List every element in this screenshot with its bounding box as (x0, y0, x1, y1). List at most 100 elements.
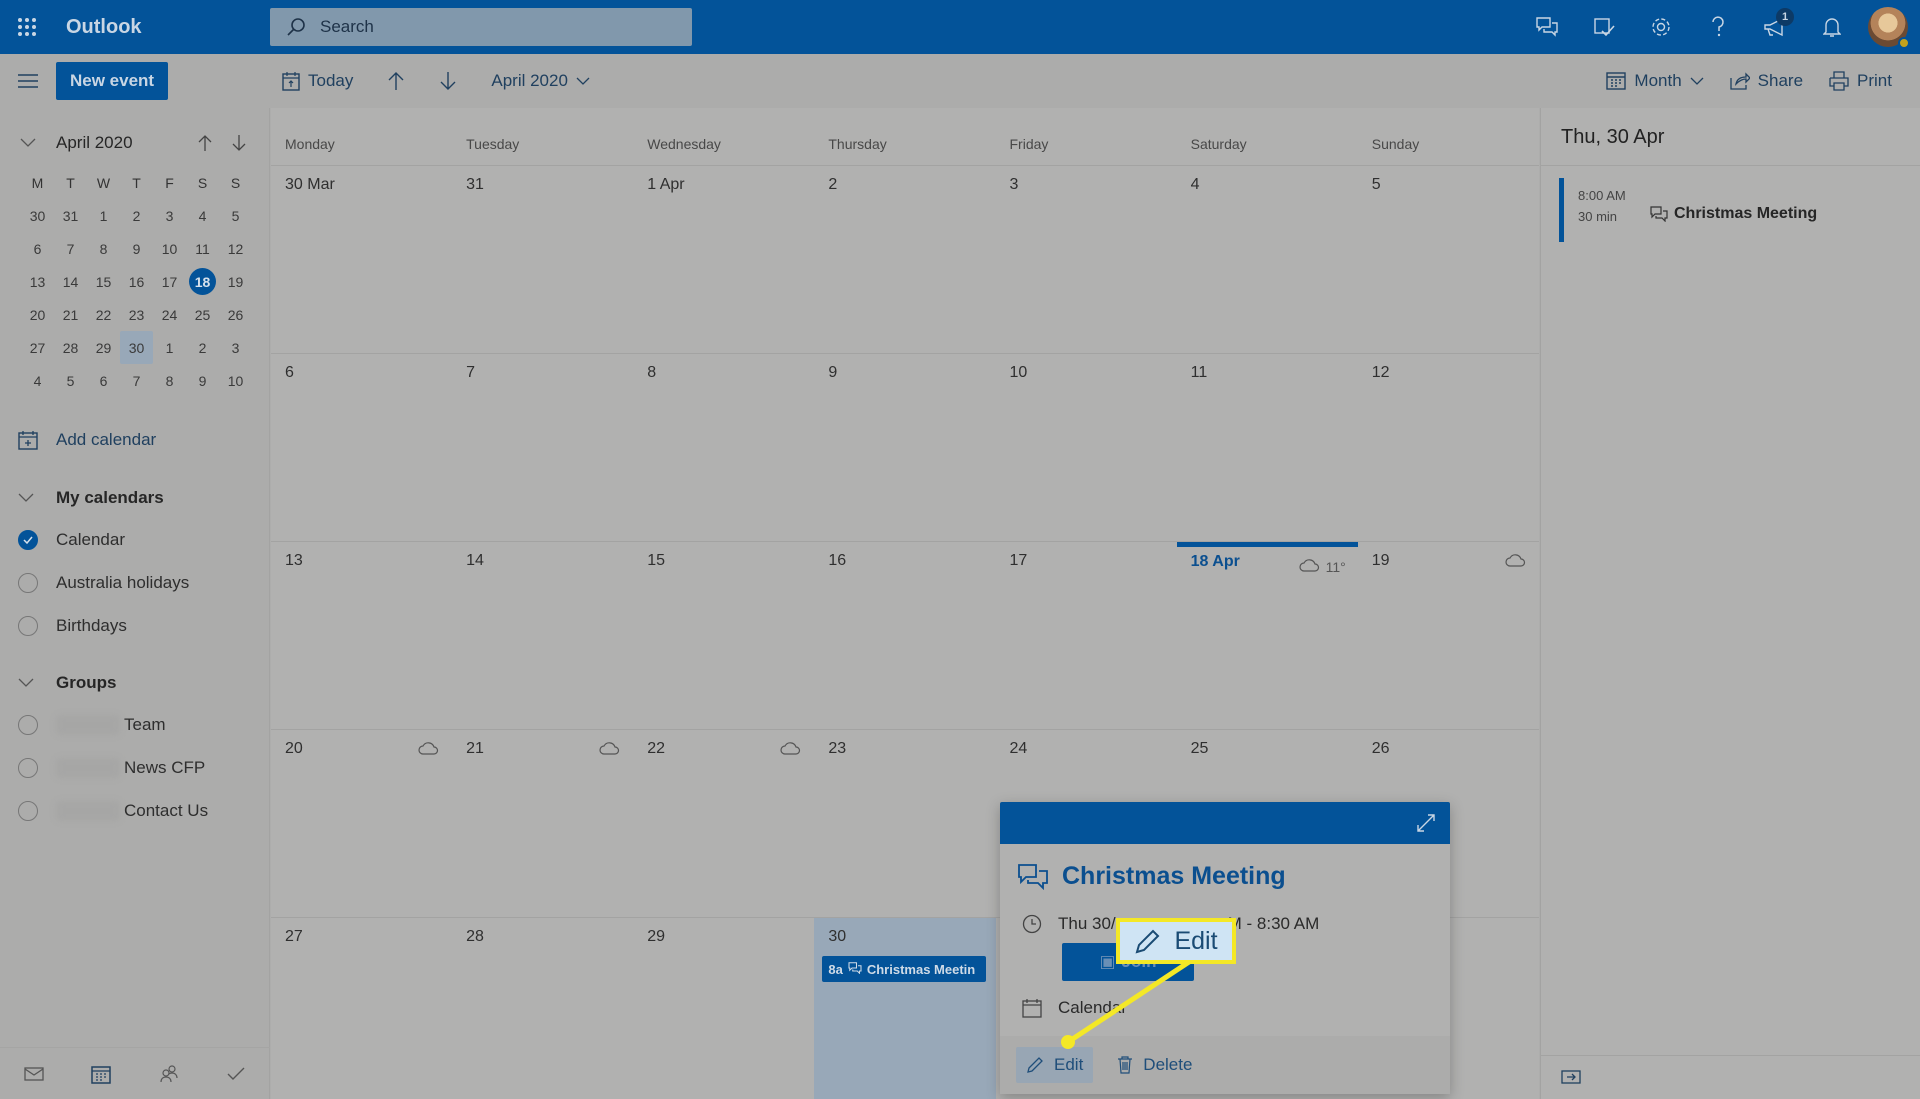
mini-day[interactable]: 24 (153, 298, 186, 331)
day-cell[interactable]: 29 (633, 918, 814, 1099)
mini-day[interactable]: 27 (21, 331, 54, 364)
mini-day[interactable]: 23 (120, 298, 153, 331)
day-cell[interactable]: 10 (996, 354, 1177, 541)
mini-day[interactable]: 30 (21, 199, 54, 232)
mini-day[interactable]: 17 (153, 265, 186, 298)
print-button[interactable]: Print (1829, 71, 1892, 91)
day-cell[interactable]: 12 (1358, 354, 1539, 541)
day-cell[interactable]: 30 8a Christmas Meetin (814, 918, 996, 1099)
day-cell[interactable]: 15 (633, 542, 814, 729)
day-cell[interactable]: 30 Mar (271, 166, 452, 353)
unchecked-icon[interactable] (18, 616, 38, 636)
calendar-item-calendar[interactable]: Calendar (18, 530, 125, 550)
app-launcher-button[interactable] (0, 0, 54, 54)
expand-icon[interactable] (1416, 813, 1436, 833)
weather-forecast[interactable] (1505, 553, 1527, 570)
add-calendar-link[interactable]: Add calendar (18, 430, 156, 450)
mini-day[interactable]: 16 (120, 265, 153, 298)
checked-icon[interactable] (18, 530, 38, 550)
collapse-chevron-icon[interactable] (20, 138, 36, 148)
group-item-contact-us[interactable]: Contact Us (18, 801, 208, 821)
my-day-button[interactable] (1575, 0, 1632, 54)
delete-button[interactable]: Delete (1107, 1047, 1202, 1083)
mini-day[interactable]: 8 (153, 364, 186, 397)
mini-day[interactable]: 11 (186, 232, 219, 265)
groups-section[interactable]: Groups (18, 673, 116, 693)
app-name[interactable]: Outlook (66, 16, 270, 39)
event-chip-christmas-meeting[interactable]: 8a Christmas Meetin (822, 956, 987, 982)
mini-day[interactable]: 20 (21, 298, 54, 331)
mini-day[interactable]: 3 (219, 331, 252, 364)
mini-day[interactable]: 2 (186, 331, 219, 364)
day-cell[interactable]: 9 (814, 354, 995, 541)
nav-toggle-button[interactable] (0, 73, 56, 89)
todo-icon[interactable] (226, 1066, 246, 1082)
collapse-pane-icon[interactable] (1561, 1070, 1581, 1084)
my-calendars-section[interactable]: My calendars (18, 488, 164, 508)
mini-day[interactable]: 4 (186, 199, 219, 232)
mini-day[interactable]: 9 (120, 232, 153, 265)
calendar-icon[interactable] (91, 1064, 111, 1084)
agenda-event[interactable]: 8:00 AM 30 min Christmas Meeting (1559, 178, 1817, 242)
day-cell[interactable]: 18 Apr 11° (1176, 542, 1358, 729)
weather-forecast[interactable] (780, 741, 802, 758)
help-button[interactable] (1689, 0, 1746, 54)
day-cell[interactable]: 21 (452, 730, 633, 917)
day-cell[interactable]: 13 (271, 542, 452, 729)
mini-day[interactable]: 8 (87, 232, 120, 265)
share-button[interactable]: Share (1730, 71, 1803, 91)
day-cell[interactable]: 22 (633, 730, 814, 917)
mini-day[interactable]: 9 (186, 364, 219, 397)
mini-day[interactable]: 7 (120, 364, 153, 397)
unchecked-icon[interactable] (18, 758, 38, 778)
mini-day[interactable]: 5 (219, 199, 252, 232)
mini-day[interactable]: 28 (54, 331, 87, 364)
mini-day[interactable]: 29 (87, 331, 120, 364)
weather-forecast[interactable] (418, 741, 440, 758)
calendar-item-australia-holidays[interactable]: Australia holidays (18, 573, 189, 593)
settings-button[interactable] (1632, 0, 1689, 54)
unchecked-icon[interactable] (18, 801, 38, 821)
unchecked-icon[interactable] (18, 715, 38, 735)
avatar[interactable] (1868, 7, 1910, 49)
notifications-button[interactable] (1803, 0, 1860, 54)
day-cell[interactable]: 6 (271, 354, 452, 541)
day-cell[interactable]: 7 (452, 354, 633, 541)
weather-forecast[interactable] (599, 741, 621, 758)
day-cell[interactable]: 11 (1177, 354, 1358, 541)
mini-day[interactable]: 10 (153, 232, 186, 265)
mini-day[interactable]: 5 (54, 364, 87, 397)
view-switcher[interactable]: Month (1606, 71, 1704, 91)
day-cell[interactable]: 5 (1358, 166, 1539, 353)
day-cell[interactable]: 27 (271, 918, 452, 1099)
mini-day[interactable]: 1 (153, 331, 186, 364)
mini-day[interactable]: 21 (54, 298, 87, 331)
day-cell[interactable]: 31 (452, 166, 633, 353)
day-cell[interactable]: 8 (633, 354, 814, 541)
mini-prev-month-icon[interactable] (198, 134, 212, 152)
mini-day[interactable]: 13 (21, 265, 54, 298)
mini-day[interactable]: 18 (186, 265, 219, 298)
mini-day[interactable]: 14 (54, 265, 87, 298)
mini-day[interactable]: 19 (219, 265, 252, 298)
mini-day[interactable]: 3 (153, 199, 186, 232)
day-cell[interactable]: 3 (996, 166, 1177, 353)
day-cell[interactable]: 16 (814, 542, 995, 729)
new-event-button[interactable]: New event (56, 62, 169, 100)
chat-button[interactable] (1518, 0, 1575, 54)
mini-day[interactable]: 6 (21, 232, 54, 265)
day-cell[interactable]: 19 (1358, 542, 1539, 729)
mini-day[interactable]: 2 (120, 199, 153, 232)
calendar-item-birthdays[interactable]: Birthdays (18, 616, 127, 636)
group-item-news-cfp[interactable]: News CFP (18, 758, 205, 778)
mini-day[interactable]: 15 (87, 265, 120, 298)
day-cell[interactable]: 1 Apr (633, 166, 814, 353)
feedback-button[interactable]: 1 (1746, 0, 1803, 54)
mini-day[interactable]: 7 (54, 232, 87, 265)
day-cell[interactable]: 4 (1177, 166, 1358, 353)
day-cell[interactable]: 20 (271, 730, 452, 917)
mini-day[interactable]: 10 (219, 364, 252, 397)
previous-period-button[interactable] (387, 71, 405, 91)
edit-button[interactable]: Edit (1016, 1047, 1094, 1083)
weather-forecast[interactable]: 11° (1299, 558, 1346, 575)
